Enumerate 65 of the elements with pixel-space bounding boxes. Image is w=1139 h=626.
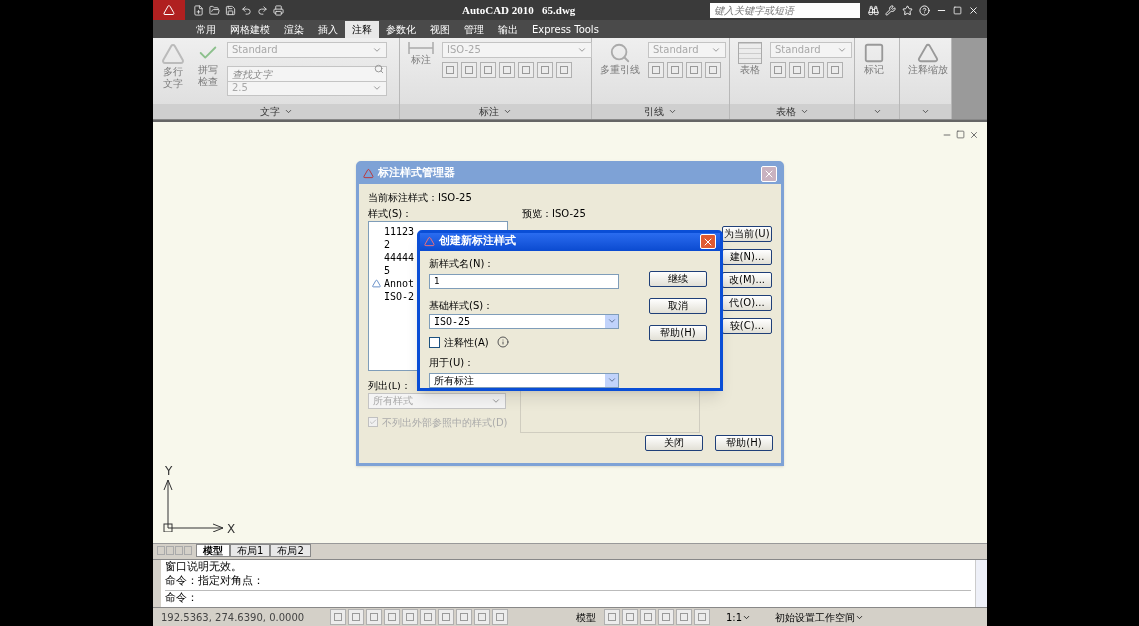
ribbon-button[interactable]: 标注 [404, 41, 438, 104]
model-button[interactable]: 模型 [572, 609, 600, 625]
use-for-dropdown[interactable]: 所有标注 [429, 372, 619, 388]
command-prompt: 命令： [165, 591, 198, 605]
dialog-button[interactable]: 继续 [649, 270, 707, 287]
coordinates: 192.5363, 274.6390, 0.0000 [161, 610, 306, 625]
panel-footer[interactable]: 表格 [730, 103, 854, 119]
ribbon-button[interactable]: 多行 文字 [157, 41, 189, 104]
dialog-button[interactable]: 改(M)... [722, 271, 772, 288]
ribbon-tab[interactable]: 管理 [457, 20, 491, 38]
layout-tab[interactable]: 布局1 [230, 544, 271, 558]
dialog-button[interactable]: 为当前(U) [722, 225, 772, 242]
dialog-button[interactable]: 代(O)... [722, 294, 772, 311]
preview-label: 预览：ISO-25 [522, 206, 586, 221]
annotation-scale-button[interactable]: 1:1 [722, 609, 756, 625]
list-label: 列出(L)： [368, 378, 411, 393]
dialog-button[interactable]: 帮助(H) [715, 434, 773, 451]
ribbon-button[interactable]: 拼写 检查 [193, 41, 223, 104]
dialog-button[interactable]: 建(N)... [722, 248, 772, 265]
field-label: 用于(U)： [429, 355, 476, 370]
ribbon-tab[interactable]: 注释 [345, 20, 379, 38]
ribbon-button[interactable]: 注释缩放 [904, 41, 952, 104]
search-field[interactable]: 键入关键字或短语 [710, 2, 860, 18]
workspace-button[interactable]: 初始设置工作空间 [771, 609, 869, 625]
axis-label: X [227, 520, 236, 538]
ribbon-tab[interactable]: Express Tools [525, 20, 606, 38]
axis-label: Y [165, 462, 173, 480]
ribbon-tab[interactable]: 输出 [491, 20, 525, 38]
panel-footer[interactable]: 引线 [592, 103, 729, 119]
command-history-line: 命令：指定对角点： [165, 574, 265, 589]
ribbon-tab[interactable]: 视图 [423, 20, 457, 38]
ribbon-tab[interactable]: 参数化 [379, 20, 423, 38]
list-item[interactable]: Annot [384, 276, 415, 290]
field-label: 新样式名(N)： [429, 256, 496, 271]
ribbon-button[interactable]: 表格 [734, 41, 766, 104]
dialog-button[interactable]: 取消 [649, 297, 707, 314]
list-item[interactable]: ISO-2 [384, 289, 415, 303]
ribbon-tab[interactable]: 插入 [311, 20, 345, 38]
checkbox-label: 注释性(A) [444, 335, 489, 350]
panel-footer[interactable]: 标注 [400, 103, 591, 119]
ribbon-tab[interactable]: 网格建模 [223, 20, 277, 38]
ribbon-tab[interactable]: 渲染 [277, 20, 311, 38]
ribbon-button[interactable]: 标记 [859, 41, 889, 104]
list-item[interactable]: 5 [384, 263, 391, 277]
layout-tab[interactable]: 模型 [196, 544, 230, 558]
dialog-button[interactable]: 较(C)... [722, 317, 772, 334]
window-title: AutoCAD 2010 65.dwg [462, 2, 576, 18]
find-text-field[interactable]: 查找文字 [227, 66, 387, 83]
dialog-button[interactable]: 关闭 [645, 434, 703, 451]
base-style-dropdown[interactable]: ISO-25 [429, 313, 619, 329]
command-history-line: 窗口说明无效。 [165, 560, 243, 575]
ribbon-button[interactable]: 多重引线 [596, 41, 644, 104]
list-item[interactable]: 11123 [384, 224, 415, 238]
dialog-title: 标注样式管理器 [378, 165, 455, 182]
layout-tab[interactable]: 布局2 [270, 544, 311, 558]
list-item[interactable]: 2 [384, 237, 391, 251]
name-field[interactable]: 1 [429, 273, 619, 289]
current-style-label: 当前标注样式：ISO-25 [368, 190, 473, 205]
list-item[interactable]: 44444 [384, 250, 415, 264]
styles-label: 样式(S)： [368, 206, 414, 221]
panel-footer[interactable]: 文字 [153, 103, 399, 119]
ribbon-tab[interactable]: 常用 [189, 20, 223, 38]
dialog-title: 创建新标注样式 [439, 233, 516, 250]
field-label: 基础样式(S)： [429, 298, 495, 313]
dialog-button[interactable]: 帮助(H) [649, 324, 707, 341]
